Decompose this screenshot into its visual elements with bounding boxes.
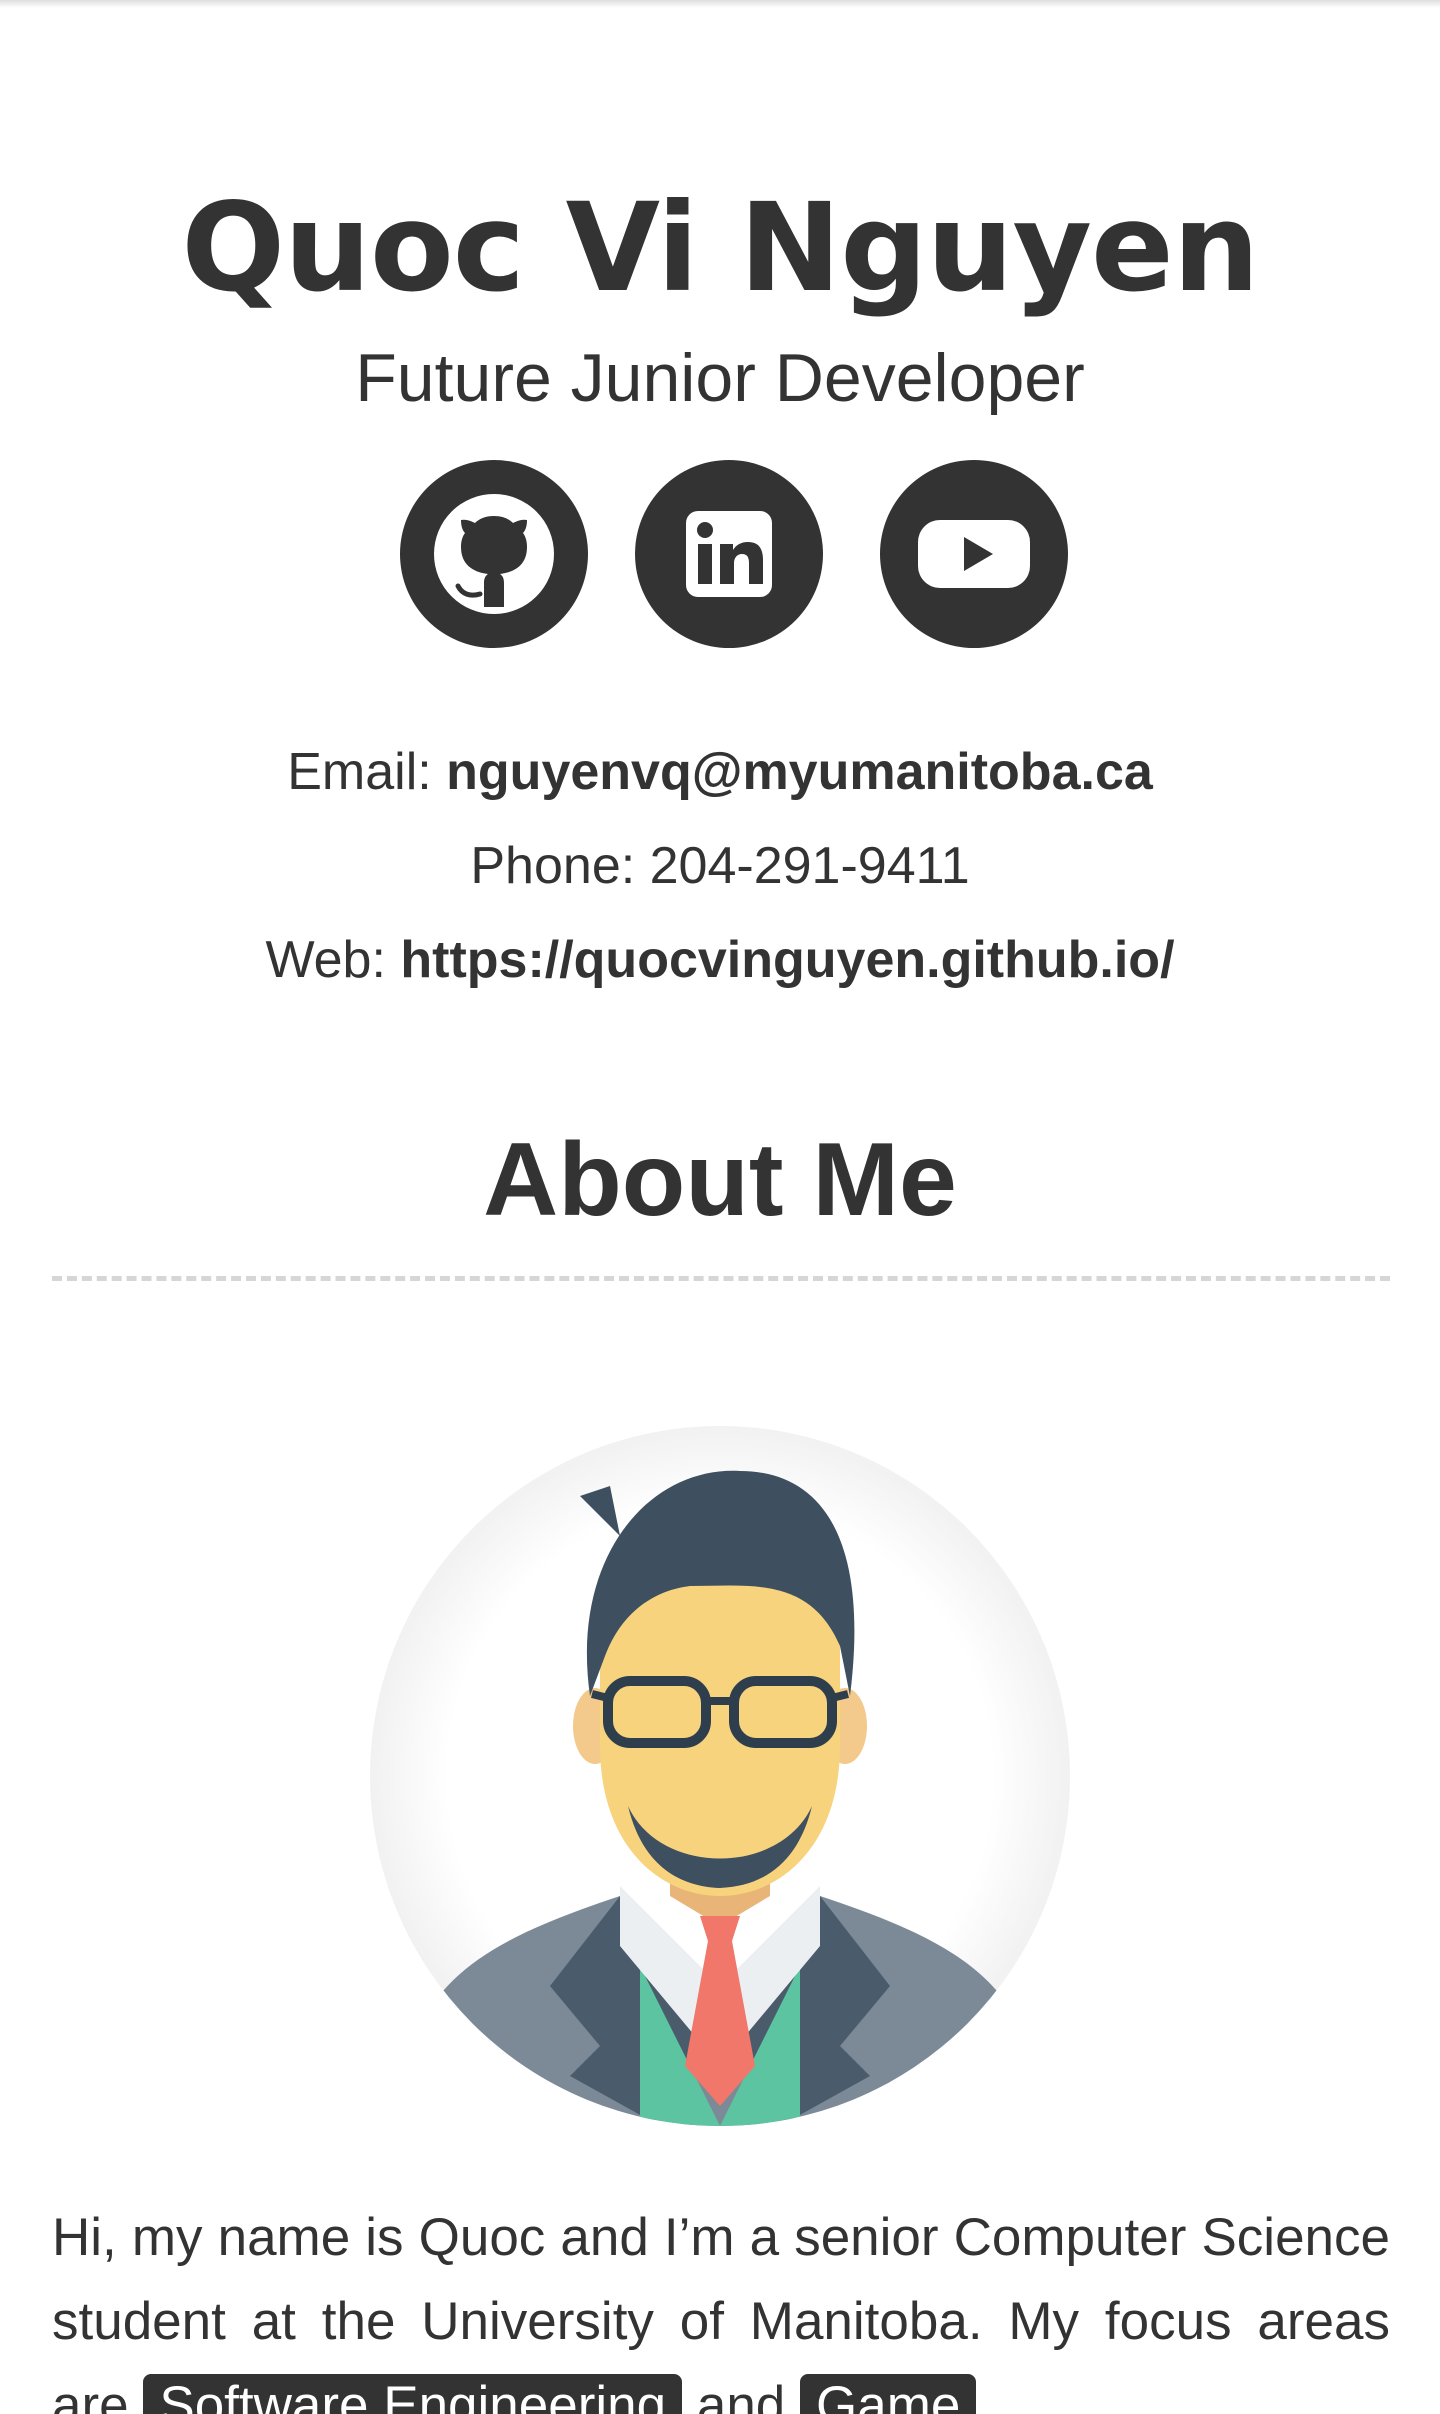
email-label: Email: bbox=[287, 743, 432, 801]
about-heading: About Me bbox=[483, 1122, 957, 1238]
avatar-illustration bbox=[390, 1470, 1050, 2126]
github-link[interactable] bbox=[400, 460, 588, 648]
about-text-part2: and bbox=[696, 2376, 786, 2414]
github-icon bbox=[434, 494, 554, 614]
web-label: Web: bbox=[265, 931, 386, 989]
top-shadow bbox=[0, 0, 1440, 8]
email-link[interactable]: nguyenvq@myumanitoba.ca bbox=[446, 743, 1153, 801]
phone-value: 204-291-9411 bbox=[649, 837, 970, 895]
avatar bbox=[370, 1426, 1070, 2126]
contact-email: Email: nguyenvq@myumanitoba.ca bbox=[0, 740, 1440, 804]
profile-subtitle: Future Junior Developer bbox=[355, 340, 1085, 416]
profile-name: Quoc Vi Nguyen bbox=[181, 177, 1259, 319]
youtube-icon bbox=[918, 520, 1030, 588]
linkedin-icon bbox=[686, 511, 772, 597]
contact-web: Web: https://quocvinguyen.github.io/ bbox=[0, 928, 1440, 992]
contact-phone: Phone: 204-291-9411 bbox=[0, 834, 1440, 898]
phone-label: Phone: bbox=[470, 837, 636, 895]
about-paragraph: Hi, my name is Quoc and I’m a senior Com… bbox=[52, 2196, 1390, 2414]
tag-software-engineering: Software Engineering bbox=[143, 2374, 683, 2414]
web-link[interactable]: https://quocvinguyen.github.io/ bbox=[400, 931, 1174, 989]
linkedin-link[interactable] bbox=[635, 460, 823, 648]
section-divider bbox=[52, 1276, 1390, 1281]
youtube-link[interactable] bbox=[880, 460, 1068, 648]
tag-game: Game bbox=[800, 2374, 977, 2414]
